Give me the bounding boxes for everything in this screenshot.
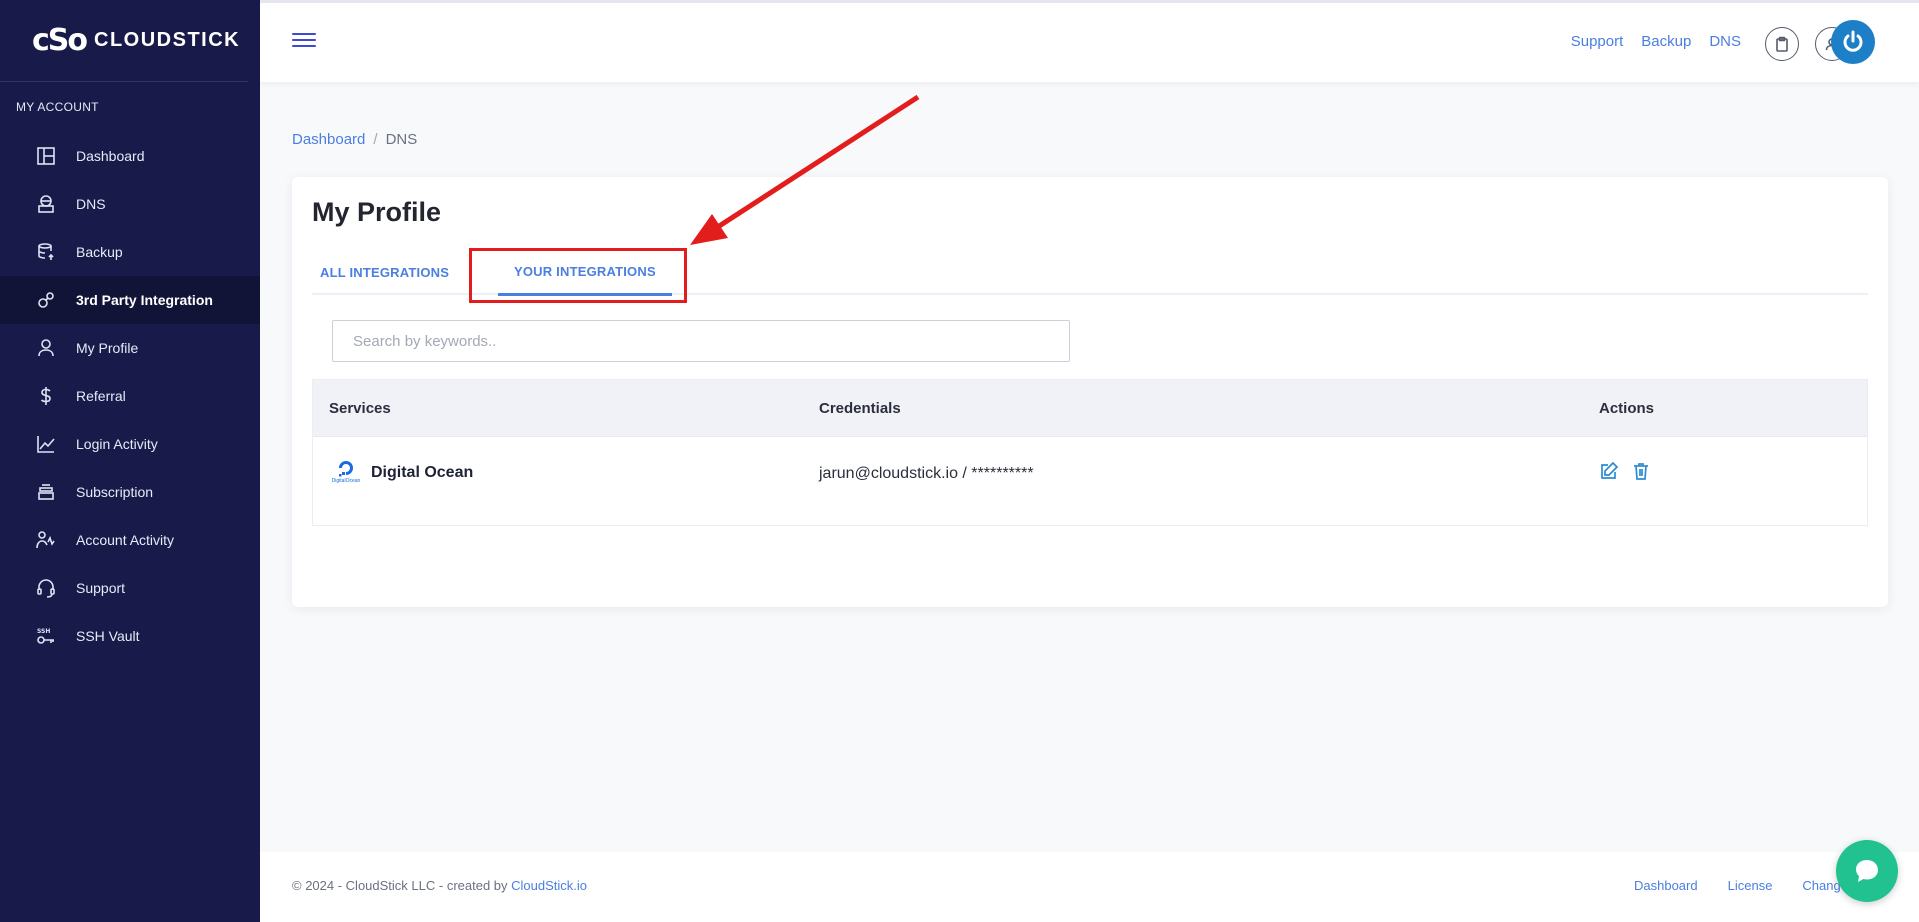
svg-text:SSH: SSH bbox=[37, 628, 50, 635]
integrations-table: Services Credentials Actions DigitalOcea… bbox=[312, 379, 1868, 526]
chat-bubble-icon bbox=[1856, 860, 1878, 882]
activity-icon bbox=[34, 528, 58, 552]
sidebar-item-label: SSH Vault bbox=[76, 628, 140, 644]
sidebar-item-account-activity[interactable]: Account Activity bbox=[0, 516, 260, 564]
sidebar-item-referral[interactable]: Referral bbox=[0, 372, 260, 420]
footer-link-changelog[interactable]: Chang bbox=[1802, 878, 1840, 893]
breadcrumb-dashboard[interactable]: Dashboard bbox=[292, 131, 365, 148]
sidebar-item-label: Referral bbox=[76, 388, 126, 404]
sidebar-item-support[interactable]: Support bbox=[0, 564, 260, 612]
footer-cloudstick-link[interactable]: CloudStick.io bbox=[511, 878, 587, 893]
search-input[interactable] bbox=[332, 320, 1070, 362]
footer-copyright: © 2024 - CloudStick LLC - created by Clo… bbox=[292, 878, 587, 893]
sidebar-item-dashboard[interactable]: Dashboard bbox=[0, 132, 260, 180]
power-icon[interactable] bbox=[1831, 20, 1875, 64]
sidebar-item-3rd-party-integration[interactable]: 3rd Party Integration bbox=[0, 276, 260, 324]
footer-link-dashboard[interactable]: Dashboard bbox=[1634, 878, 1698, 893]
sidebar-item-label: Account Activity bbox=[76, 532, 175, 548]
backup-icon bbox=[34, 240, 58, 264]
tab-all-integrations[interactable]: ALL INTEGRATIONS bbox=[320, 249, 449, 295]
sidebar-item-label: Subscription bbox=[76, 484, 154, 500]
sidebar-item-label: 3rd Party Integration bbox=[76, 292, 213, 308]
ssh-key-icon: SSH bbox=[34, 624, 58, 648]
digital-ocean-logo: DigitalOcean bbox=[329, 459, 363, 489]
header-services: Services bbox=[329, 399, 391, 417]
breadcrumb-separator: / bbox=[373, 131, 378, 148]
top-links: Support Backup DNS bbox=[1571, 33, 1741, 50]
logo-caption: DigitalOcean bbox=[331, 478, 361, 484]
dashboard-icon bbox=[34, 144, 58, 168]
subscription-icon bbox=[34, 480, 58, 504]
chart-icon bbox=[34, 432, 58, 456]
sidebar-section-title: MY ACCOUNT bbox=[16, 100, 99, 114]
page-title: My Profile bbox=[312, 197, 442, 227]
sidebar-item-label: My Profile bbox=[76, 340, 139, 356]
annotation-highlight-box bbox=[469, 248, 687, 303]
footer: © 2024 - CloudStick LLC - created by Clo… bbox=[260, 852, 1919, 922]
header-actions: Actions bbox=[1599, 399, 1655, 417]
sidebar-item-login-activity[interactable]: Login Activity bbox=[0, 420, 260, 468]
sidebar-item-label: DNS bbox=[76, 196, 106, 212]
top-link-dns[interactable]: DNS bbox=[1709, 33, 1741, 50]
clipboard-icon[interactable] bbox=[1765, 27, 1799, 61]
sidebar-item-label: Dashboard bbox=[76, 148, 145, 164]
headset-icon bbox=[34, 576, 58, 600]
sidebar-item-dns[interactable]: DNS bbox=[0, 180, 260, 228]
menu-toggle-icon[interactable] bbox=[292, 33, 316, 51]
chat-widget-button[interactable] bbox=[1836, 840, 1898, 902]
logo-mark: cSo bbox=[32, 23, 88, 58]
breadcrumb-current: DNS bbox=[385, 131, 418, 148]
service-name: Digital Ocean bbox=[371, 464, 474, 481]
breadcrumb: Dashboard / DNS bbox=[292, 131, 417, 148]
top-link-backup[interactable]: Backup bbox=[1641, 33, 1691, 50]
dollar-icon bbox=[34, 384, 58, 408]
sidebar-item-subscription[interactable]: Subscription bbox=[0, 468, 260, 516]
trash-icon[interactable] bbox=[1631, 461, 1651, 486]
integration-icon bbox=[34, 288, 58, 312]
sidebar-item-label: Support bbox=[76, 580, 126, 596]
edit-icon[interactable] bbox=[1599, 461, 1619, 486]
logo-name: CLOUDSTICK bbox=[94, 29, 241, 51]
footer-links: Dashboard License Chang bbox=[1634, 878, 1841, 893]
header-credentials: Credentials bbox=[819, 399, 901, 417]
sidebar-item-backup[interactable]: Backup bbox=[0, 228, 260, 276]
sidebar: cSo CLOUDSTICK MY ACCOUNT Dashboard DNS … bbox=[0, 0, 260, 922]
row-actions bbox=[1599, 461, 1651, 486]
sidebar-item-label: Backup bbox=[76, 244, 123, 260]
profile-card: My Profile ALL INTEGRATIONS YOUR INTEGRA… bbox=[292, 177, 1888, 607]
sidebar-item-ssh-vault[interactable]: SSH SSH Vault bbox=[0, 612, 260, 660]
top-link-support[interactable]: Support bbox=[1571, 33, 1624, 50]
table-header: Services Credentials Actions bbox=[313, 380, 1867, 436]
top-bar: Support Backup DNS bbox=[260, 0, 1919, 82]
dns-icon bbox=[34, 192, 58, 216]
credentials-value: jarun@cloudstick.io / ********** bbox=[819, 465, 1034, 482]
user-icon bbox=[34, 336, 58, 360]
table-row: DigitalOcean Digital Ocean jarun@cloudst… bbox=[313, 436, 1867, 525]
footer-link-license[interactable]: License bbox=[1728, 878, 1773, 893]
sidebar-item-label: Login Activity bbox=[76, 436, 158, 452]
sidebar-item-my-profile[interactable]: My Profile bbox=[0, 324, 260, 372]
copyright-text: © 2024 - CloudStick LLC - created by bbox=[292, 878, 508, 893]
logo[interactable]: cSo CLOUDSTICK bbox=[0, 0, 248, 82]
